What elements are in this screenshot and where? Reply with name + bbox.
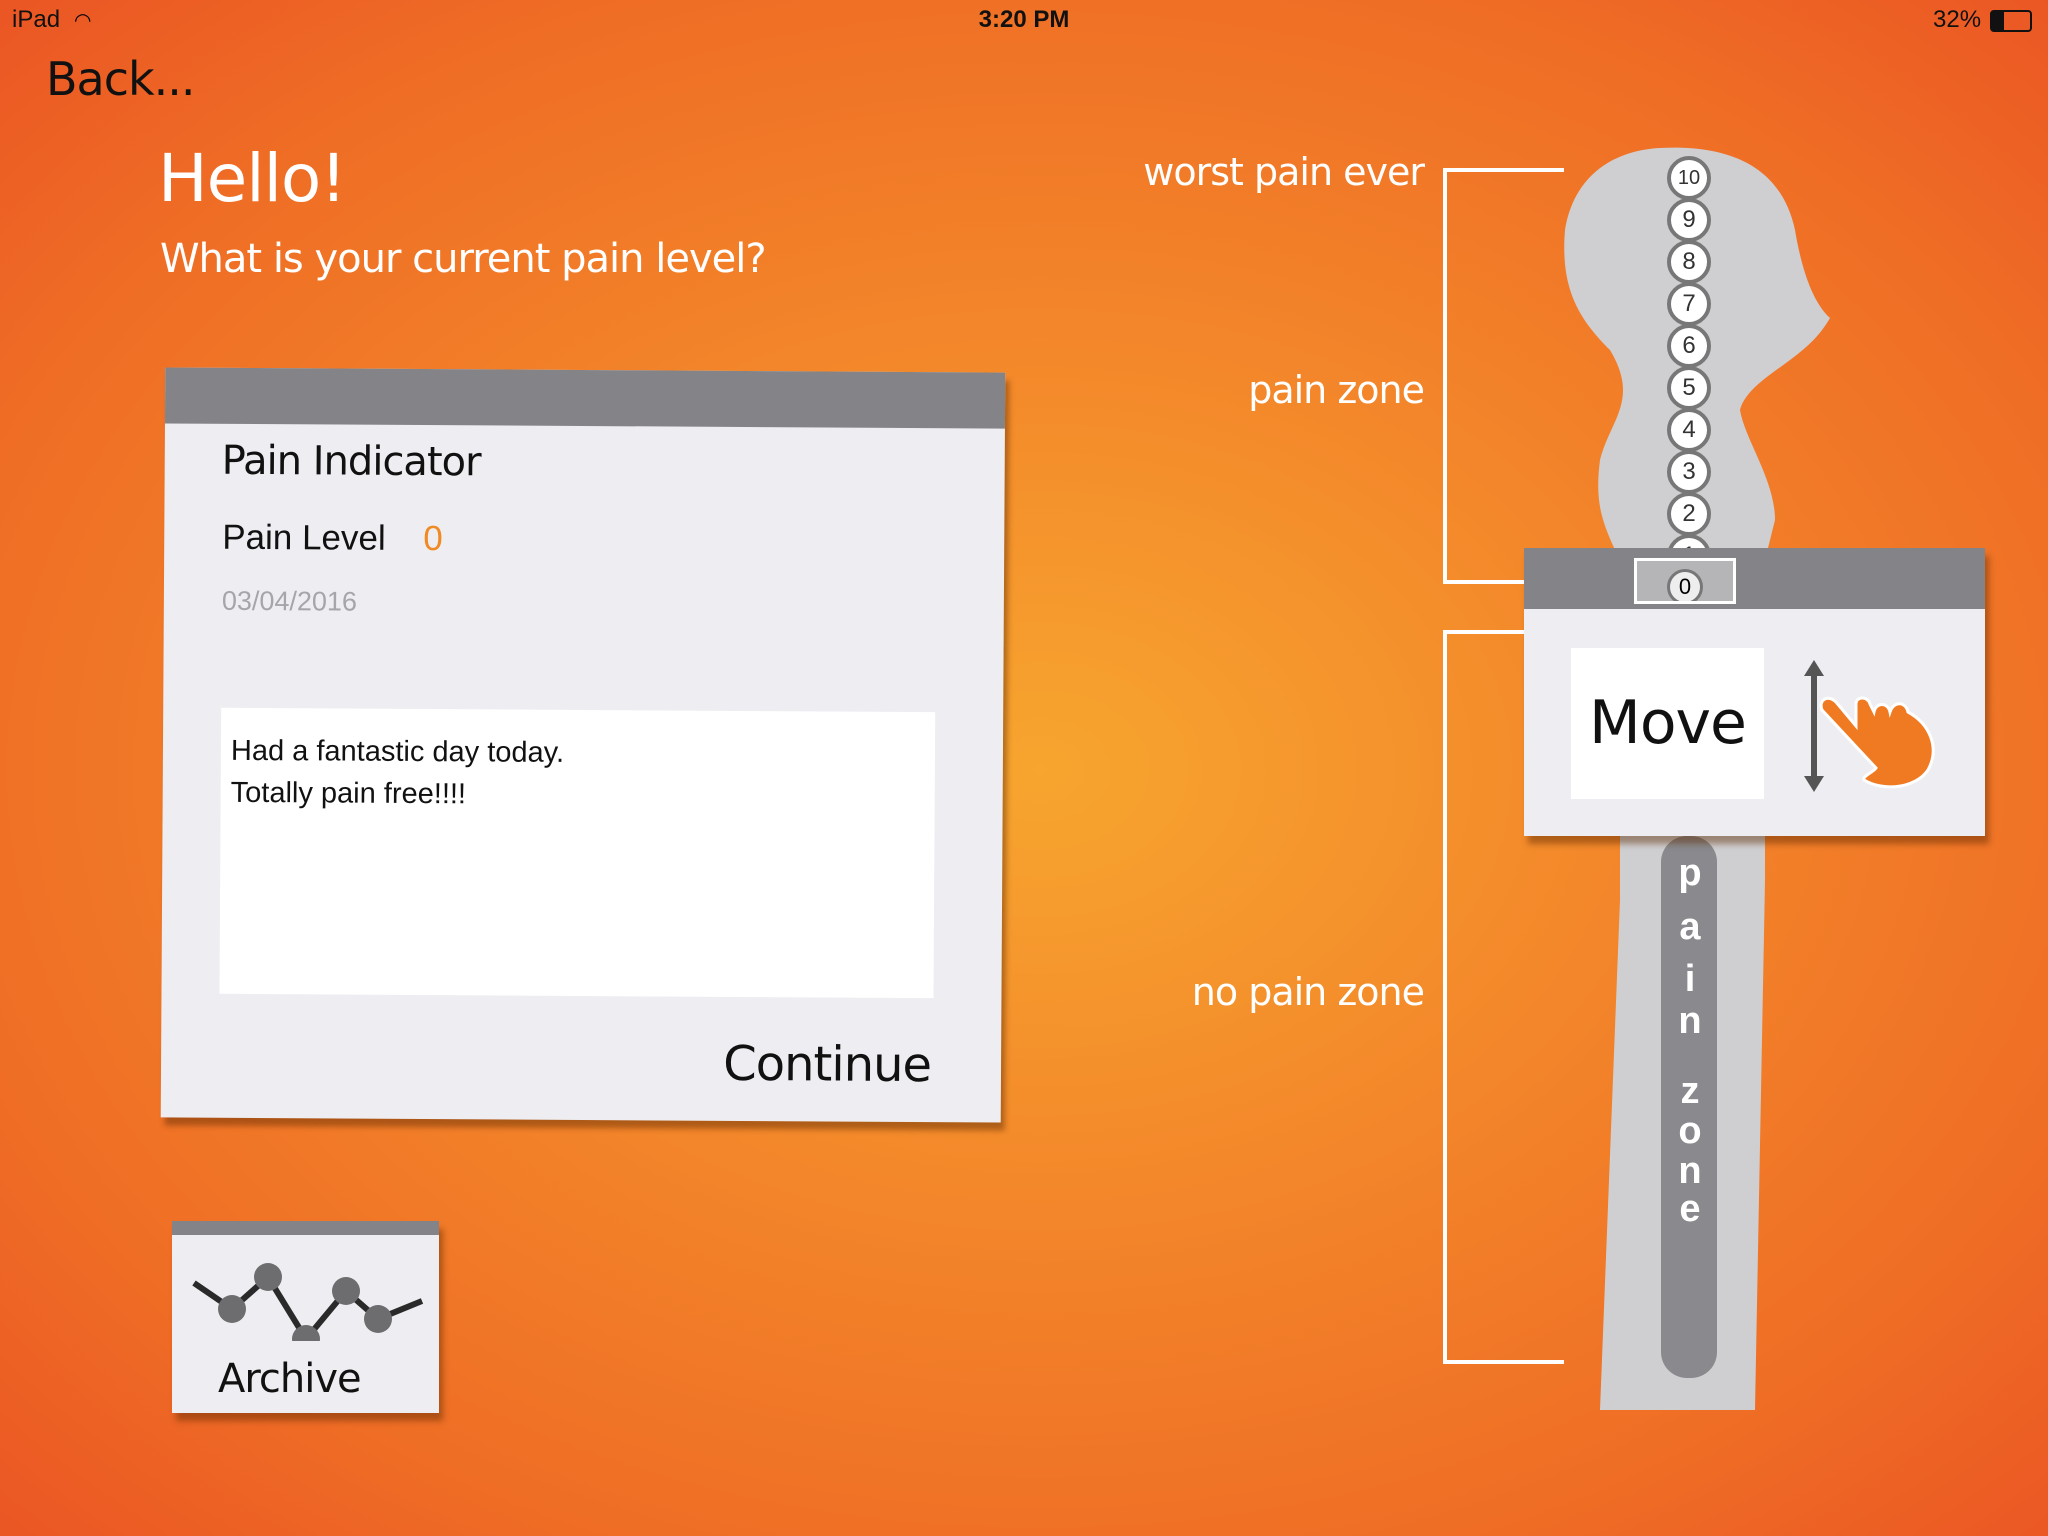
stick-letter: i — [1684, 958, 1696, 1000]
scale-number-3[interactable]: 3 — [1667, 450, 1711, 494]
stick-letter: e — [1679, 1188, 1701, 1230]
stick-letter: n — [1678, 1000, 1702, 1042]
stick-letter: p — [1678, 852, 1702, 894]
scale-number-9[interactable]: 9 — [1667, 198, 1711, 242]
scale-number-6[interactable]: 6 — [1667, 324, 1711, 368]
stick-letter: z — [1680, 1070, 1700, 1112]
pain-slider-handle[interactable]: 0 Move — [1524, 548, 1985, 836]
scale-number-2[interactable]: 2 — [1667, 492, 1711, 536]
stick-letter: n — [1678, 1150, 1702, 1192]
hand-pointer-icon — [1819, 696, 1935, 789]
scale-number-4[interactable]: 4 — [1667, 408, 1711, 452]
stick-letter: a — [1679, 906, 1701, 948]
scale-number-7[interactable]: 7 — [1667, 282, 1711, 326]
scale-number-8[interactable]: 8 — [1667, 240, 1711, 284]
slider-header-bar — [1524, 548, 1985, 609]
scale-number-10[interactable]: 10 — [1667, 156, 1711, 200]
vertical-arrow-icon — [1804, 660, 1824, 792]
selected-value-window: 0 — [1634, 558, 1736, 604]
stick-letter: o — [1678, 1110, 1702, 1152]
scale-number-5[interactable]: 5 — [1667, 366, 1711, 410]
selected-number: 0 — [1667, 569, 1703, 601]
move-gesture-icon — [1804, 660, 1935, 792]
move-label: Move — [1571, 648, 1764, 799]
